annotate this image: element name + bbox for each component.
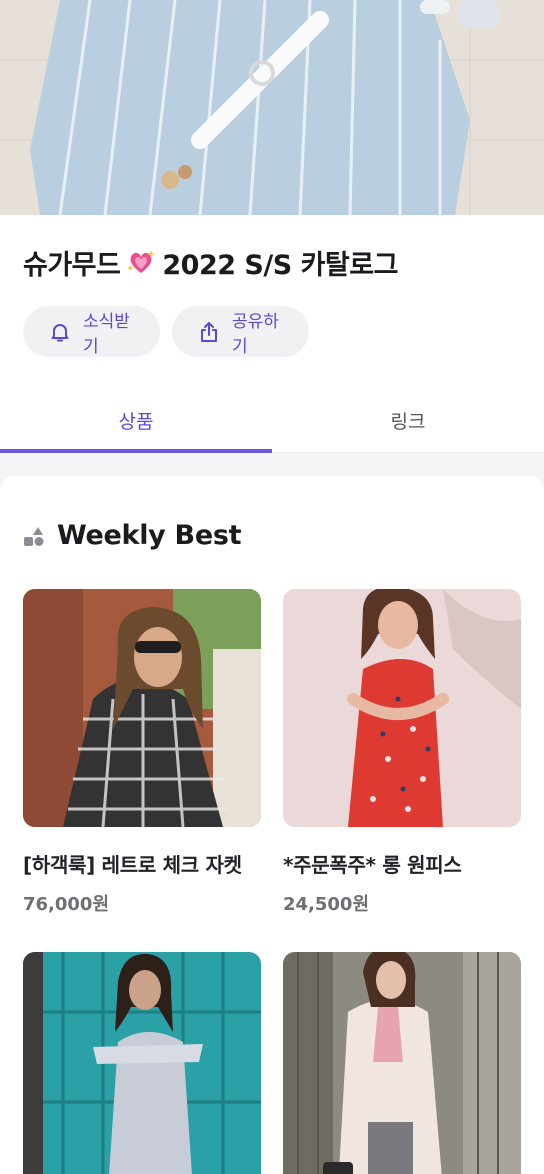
product-price: 24,500원 — [283, 894, 370, 915]
product-card[interactable] — [23, 952, 261, 1174]
tab-links[interactable]: 링크 — [272, 388, 544, 453]
sparkling-heart-icon — [126, 247, 156, 277]
tab-bar: 상품 링크 — [0, 388, 544, 453]
active-tab-indicator — [0, 449, 272, 453]
catalog-title-suffix: 2022 S/S 카탈로그 — [162, 249, 398, 281]
tab-products[interactable]: 상품 — [0, 388, 272, 453]
product-image[interactable] — [283, 952, 521, 1174]
bell-icon — [49, 321, 71, 343]
share-button[interactable]: 공유하기 — [172, 306, 309, 357]
share-label: 공유하기 — [232, 311, 279, 357]
product-name[interactable]: *주문폭주* 롱 원피스 — [283, 849, 521, 878]
product-image[interactable] — [283, 589, 521, 827]
product-price: 76,000원 — [23, 894, 110, 915]
product-image[interactable] — [23, 952, 261, 1174]
product-card[interactable]: *주문폭주* 롱 원피스 24,500원 — [283, 589, 521, 916]
shapes-icon — [23, 524, 45, 546]
product-card[interactable] — [283, 952, 521, 1174]
catalog-cover-image — [0, 0, 544, 215]
product-name[interactable]: [하객룩] 레트로 체크 자켓 — [23, 849, 261, 878]
section-title: Weekly Best — [23, 515, 242, 555]
section-title-text: Weekly Best — [57, 519, 242, 551]
catalog-title: 슈가무드 2022 S/S 카탈로그 — [23, 242, 398, 282]
subscribe-button[interactable]: 소식받기 — [23, 306, 160, 357]
product-card[interactable]: [하객룩] 레트로 체크 자켓 76,000원 — [23, 589, 261, 916]
subscribe-label: 소식받기 — [83, 311, 130, 357]
product-image[interactable] — [23, 589, 261, 827]
catalog-title-prefix: 슈가무드 — [23, 249, 121, 281]
share-icon — [198, 321, 220, 343]
